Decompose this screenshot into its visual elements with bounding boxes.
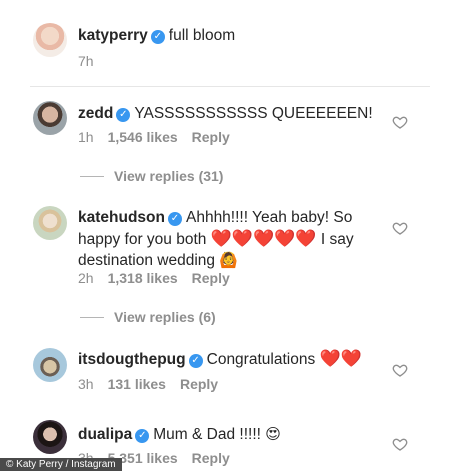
avatar-katyperry[interactable] [33, 23, 67, 57]
likes-count[interactable]: 131 likes [108, 376, 166, 392]
comment-text: Mum & Dad !!!!! [153, 426, 261, 443]
username-katehudson[interactable]: katehudson [78, 209, 165, 226]
heart-outline-icon[interactable] [392, 114, 408, 130]
replies-line [80, 316, 104, 318]
caption-line: katyperry ✓ full bloom [78, 25, 235, 46]
likes-count[interactable]: 1,546 likes [108, 129, 178, 145]
view-replies-zedd[interactable]: View replies (31) [80, 168, 223, 184]
username-zedd[interactable]: zedd [78, 105, 113, 122]
comment-text: Congratulations [206, 351, 316, 368]
heart-outline-icon[interactable] [392, 220, 408, 236]
heart-emojis: ❤️❤️❤️❤️❤️ [210, 229, 317, 248]
caption-time: 7h [78, 53, 94, 69]
reply-button[interactable]: Reply [180, 376, 218, 392]
comment-meta-katehudson: 2h 1,318 likes Reply [78, 270, 244, 286]
comment-meta-zedd: 1h 1,546 likes Reply [78, 129, 244, 145]
comment-line-zedd: zedd ✓ YASSSSSSSSSSS QUEEEEEEN! [78, 103, 373, 124]
username-itsdougthepug[interactable]: itsdougthepug [78, 351, 186, 368]
comment-line-dualipa: dualipa ✓ Mum & Dad !!!!! 😍 [78, 424, 281, 445]
username-katyperry[interactable]: katyperry [78, 27, 148, 44]
verified-badge-icon: ✓ [167, 212, 182, 226]
username-dualipa[interactable]: dualipa [78, 426, 132, 443]
heart-emojis: ❤️❤️ [319, 349, 362, 368]
verified-badge-icon: ✓ [135, 429, 150, 443]
heart-outline-icon[interactable] [392, 436, 408, 452]
post-caption: katyperry ✓ full bloom 7h [0, 0, 450, 85]
comment-line-katehudson: katehudson ✓ Ahhhh!!!! Yeah baby! So happy… [78, 207, 388, 271]
avatar-dualipa[interactable] [33, 420, 67, 454]
view-replies-katehudson[interactable]: View replies (6) [80, 309, 216, 325]
comment-time: 3h [78, 376, 94, 392]
caption-text: full bloom [168, 27, 236, 44]
reply-button[interactable]: Reply [192, 450, 230, 466]
comment-meta-itsdougthepug: 3h 131 likes Reply [78, 376, 232, 392]
heart-outline-icon[interactable] [392, 362, 408, 378]
view-replies-label[interactable]: View replies (6) [114, 309, 216, 325]
comment-line-itsdougthepug: itsdougthepug ✓ Congratulations ❤️❤️ [78, 348, 362, 370]
verified-badge-icon: ✓ [116, 108, 131, 122]
replies-line [80, 175, 104, 177]
heart-eyes-emoji: 😍 [265, 426, 281, 443]
comment-time: 2h [78, 270, 94, 286]
likes-count[interactable]: 1,318 likes [108, 270, 178, 286]
avatar-zedd[interactable] [33, 101, 67, 135]
comment-time: 1h [78, 129, 94, 145]
reply-button[interactable]: Reply [192, 270, 230, 286]
avatar-katehudson[interactable] [33, 206, 67, 240]
view-replies-label[interactable]: View replies (31) [114, 168, 223, 184]
caption-meta: 7h [78, 53, 108, 69]
divider [30, 86, 430, 87]
avatar-itsdougthepug[interactable] [33, 348, 67, 382]
verified-badge-icon: ✓ [150, 30, 165, 44]
reply-button[interactable]: Reply [192, 129, 230, 145]
comment-text: YASSSSSSSSSSS QUEEEEEEN! [134, 105, 373, 122]
gesture-emoji: 🙆 [219, 252, 239, 269]
photo-credit: © Katy Perry / Instagram [0, 458, 122, 471]
verified-badge-icon: ✓ [188, 354, 203, 368]
